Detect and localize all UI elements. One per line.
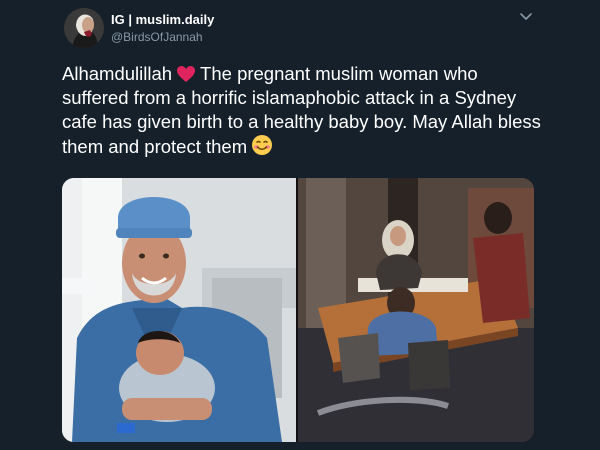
avatar-image	[64, 8, 104, 48]
red-heart-emoji-icon	[177, 66, 196, 82]
tweet-text: Alhamdulillah The pregnant muslim woman w…	[62, 62, 542, 159]
tweet-text-part1: Alhamdulillah	[62, 63, 173, 84]
cafe-attack-cctv-photo[interactable]	[298, 178, 534, 442]
user-handle[interactable]: @BirdsOfJannah	[111, 30, 203, 44]
avatar[interactable]	[64, 8, 104, 48]
doctor-holding-newborn-photo[interactable]	[62, 178, 296, 442]
display-name[interactable]: IG | muslim.daily	[111, 12, 214, 27]
tweet-media[interactable]	[62, 178, 534, 442]
chevron-down-icon[interactable]	[518, 10, 534, 24]
smiling-face-emoji-icon	[252, 135, 273, 155]
